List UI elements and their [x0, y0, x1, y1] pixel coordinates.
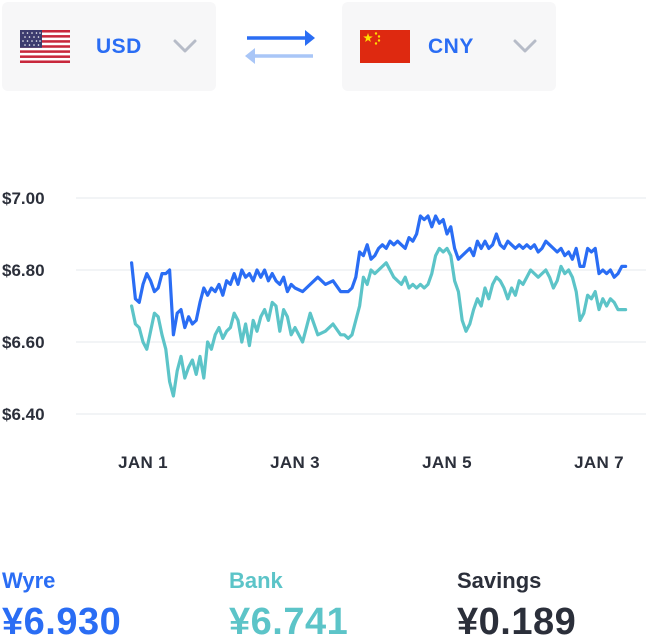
savings-label: Savings: [457, 568, 542, 593]
wyre-rate-line: [130, 214, 628, 337]
y-tick-label: $6.60: [2, 333, 45, 352]
bank-rate-value: ¥6.741: [229, 601, 349, 643]
x-tick-label: JAN 3: [270, 453, 320, 472]
us-flag-icon: [20, 30, 70, 63]
wyre-rate-value: ¥6.930: [2, 601, 122, 643]
y-tick-label: $6.80: [2, 261, 45, 280]
wyre-stat: Wyre ¥6.930: [2, 567, 121, 644]
savings-stat: Savings ¥0.189: [457, 567, 576, 644]
bank-label: Bank: [229, 568, 283, 593]
to-currency-code: CNY: [428, 34, 474, 58]
x-axis-labels: JAN 1 JAN 3 JAN 5 JAN 7: [118, 453, 624, 472]
x-tick-label: JAN 7: [574, 453, 624, 472]
y-tick-label: $7.00: [2, 189, 45, 208]
bank-stat: Bank ¥6.741: [229, 567, 348, 644]
cn-flag-icon: [360, 30, 410, 63]
exchange-rate-chart: $6.40$6.60$6.80$7.00 JAN 1 JAN 3 JAN 5 JAN …: [2, 189, 646, 472]
to-currency-selector[interactable]: CNY: [342, 2, 556, 91]
chevron-down-icon: [513, 39, 537, 53]
savings-value: ¥0.189: [457, 601, 577, 643]
swap-currencies-icon[interactable]: [243, 28, 317, 66]
y-tick-label: $6.40: [2, 405, 45, 424]
from-currency-selector[interactable]: USD: [2, 2, 216, 91]
y-axis-labels: $6.40 $6.60 $6.80 $7.00: [2, 189, 45, 424]
x-tick-label: JAN 1: [118, 453, 168, 472]
chart-series: [130, 214, 628, 398]
from-currency-code: USD: [96, 34, 142, 58]
wyre-label: Wyre: [2, 568, 56, 593]
chevron-down-icon: [173, 39, 197, 53]
x-tick-label: JAN 5: [422, 453, 472, 472]
